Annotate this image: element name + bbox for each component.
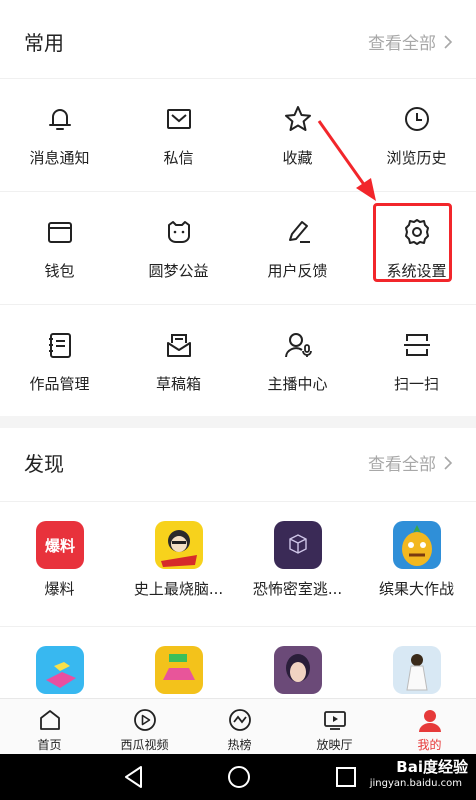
app-label: 史上最烧脑... bbox=[133, 580, 224, 598]
tab-label: 我的 bbox=[417, 738, 442, 752]
app-label: 爆料 bbox=[44, 580, 75, 598]
watermark-subtext: jingyan.baidu.com bbox=[369, 778, 462, 789]
annotation-arrow-icon bbox=[317, 120, 376, 201]
app-item-baoliao[interactable]: 爆料 爆料 bbox=[0, 502, 119, 627]
chevron-right-icon bbox=[444, 455, 453, 470]
escape-room-app-icon bbox=[274, 521, 322, 569]
trending-icon bbox=[227, 707, 253, 733]
tab-home[interactable]: 首页 bbox=[2, 699, 97, 755]
app-label: 恐怖密室逃... bbox=[252, 580, 343, 598]
nav-recents-button[interactable] bbox=[333, 764, 359, 790]
block-game-app-icon bbox=[36, 646, 84, 694]
tab-label: 放映厅 bbox=[316, 738, 353, 752]
home-circle-icon bbox=[228, 766, 250, 788]
recents-square-icon bbox=[336, 767, 356, 787]
anime-game-app-icon bbox=[274, 646, 322, 694]
user-icon bbox=[417, 707, 443, 733]
tab-label: 热榜 bbox=[227, 738, 252, 752]
tab-xigua-video[interactable]: 西瓜视频 bbox=[97, 699, 192, 755]
section-title: 发现 bbox=[24, 452, 64, 476]
watermark-text: Bai度经验 bbox=[396, 758, 468, 776]
view-all-link[interactable]: 查看全部 bbox=[368, 450, 454, 475]
brain-game-app-icon bbox=[155, 521, 203, 569]
baoliao-app-icon: 爆料 bbox=[36, 521, 84, 569]
android-nav-bar: Bai度经验 jingyan.baidu.com bbox=[0, 754, 476, 800]
play-circle-icon bbox=[132, 707, 158, 733]
back-triangle-icon bbox=[125, 766, 142, 788]
nav-back-button[interactable] bbox=[121, 764, 147, 790]
baoliao-logo-text: 爆料 bbox=[45, 537, 75, 555]
tab-cinema[interactable]: 放映厅 bbox=[287, 699, 382, 755]
app-item-fruit-battle[interactable]: 缤果大作战 bbox=[357, 502, 476, 627]
tab-mine[interactable]: 我的 bbox=[382, 699, 476, 755]
car-game-app-icon bbox=[155, 646, 203, 694]
tab-label: 西瓜视频 bbox=[120, 738, 169, 752]
app-item-brain-game[interactable]: 史上最烧脑... bbox=[119, 502, 238, 627]
app-item-escape-room[interactable]: 恐怖密室逃... bbox=[238, 502, 357, 627]
tab-label: 首页 bbox=[37, 738, 62, 752]
view-all-label: 查看全部 bbox=[368, 455, 436, 475]
fruit-battle-app-icon bbox=[393, 521, 441, 569]
app-label: 缤果大作战 bbox=[378, 580, 454, 598]
home-icon bbox=[37, 707, 63, 733]
nav-home-button[interactable] bbox=[226, 764, 252, 790]
discover-section: 发现 查看全部 爆料 爆料 史上最烧脑... 恐怖密室逃... 缤果大作战 bbox=[0, 428, 476, 698]
discover-row-1: 爆料 爆料 史上最烧脑... 恐怖密室逃... 缤果大作战 bbox=[0, 501, 476, 626]
dressup-game-app-icon bbox=[393, 646, 441, 694]
discover-header: 发现 查看全部 bbox=[0, 428, 476, 508]
bottom-tab-bar: 首页 西瓜视频 热榜 放映厅 我的 bbox=[0, 698, 476, 754]
tv-play-icon bbox=[322, 707, 348, 733]
tab-trending[interactable]: 热榜 bbox=[192, 699, 287, 755]
